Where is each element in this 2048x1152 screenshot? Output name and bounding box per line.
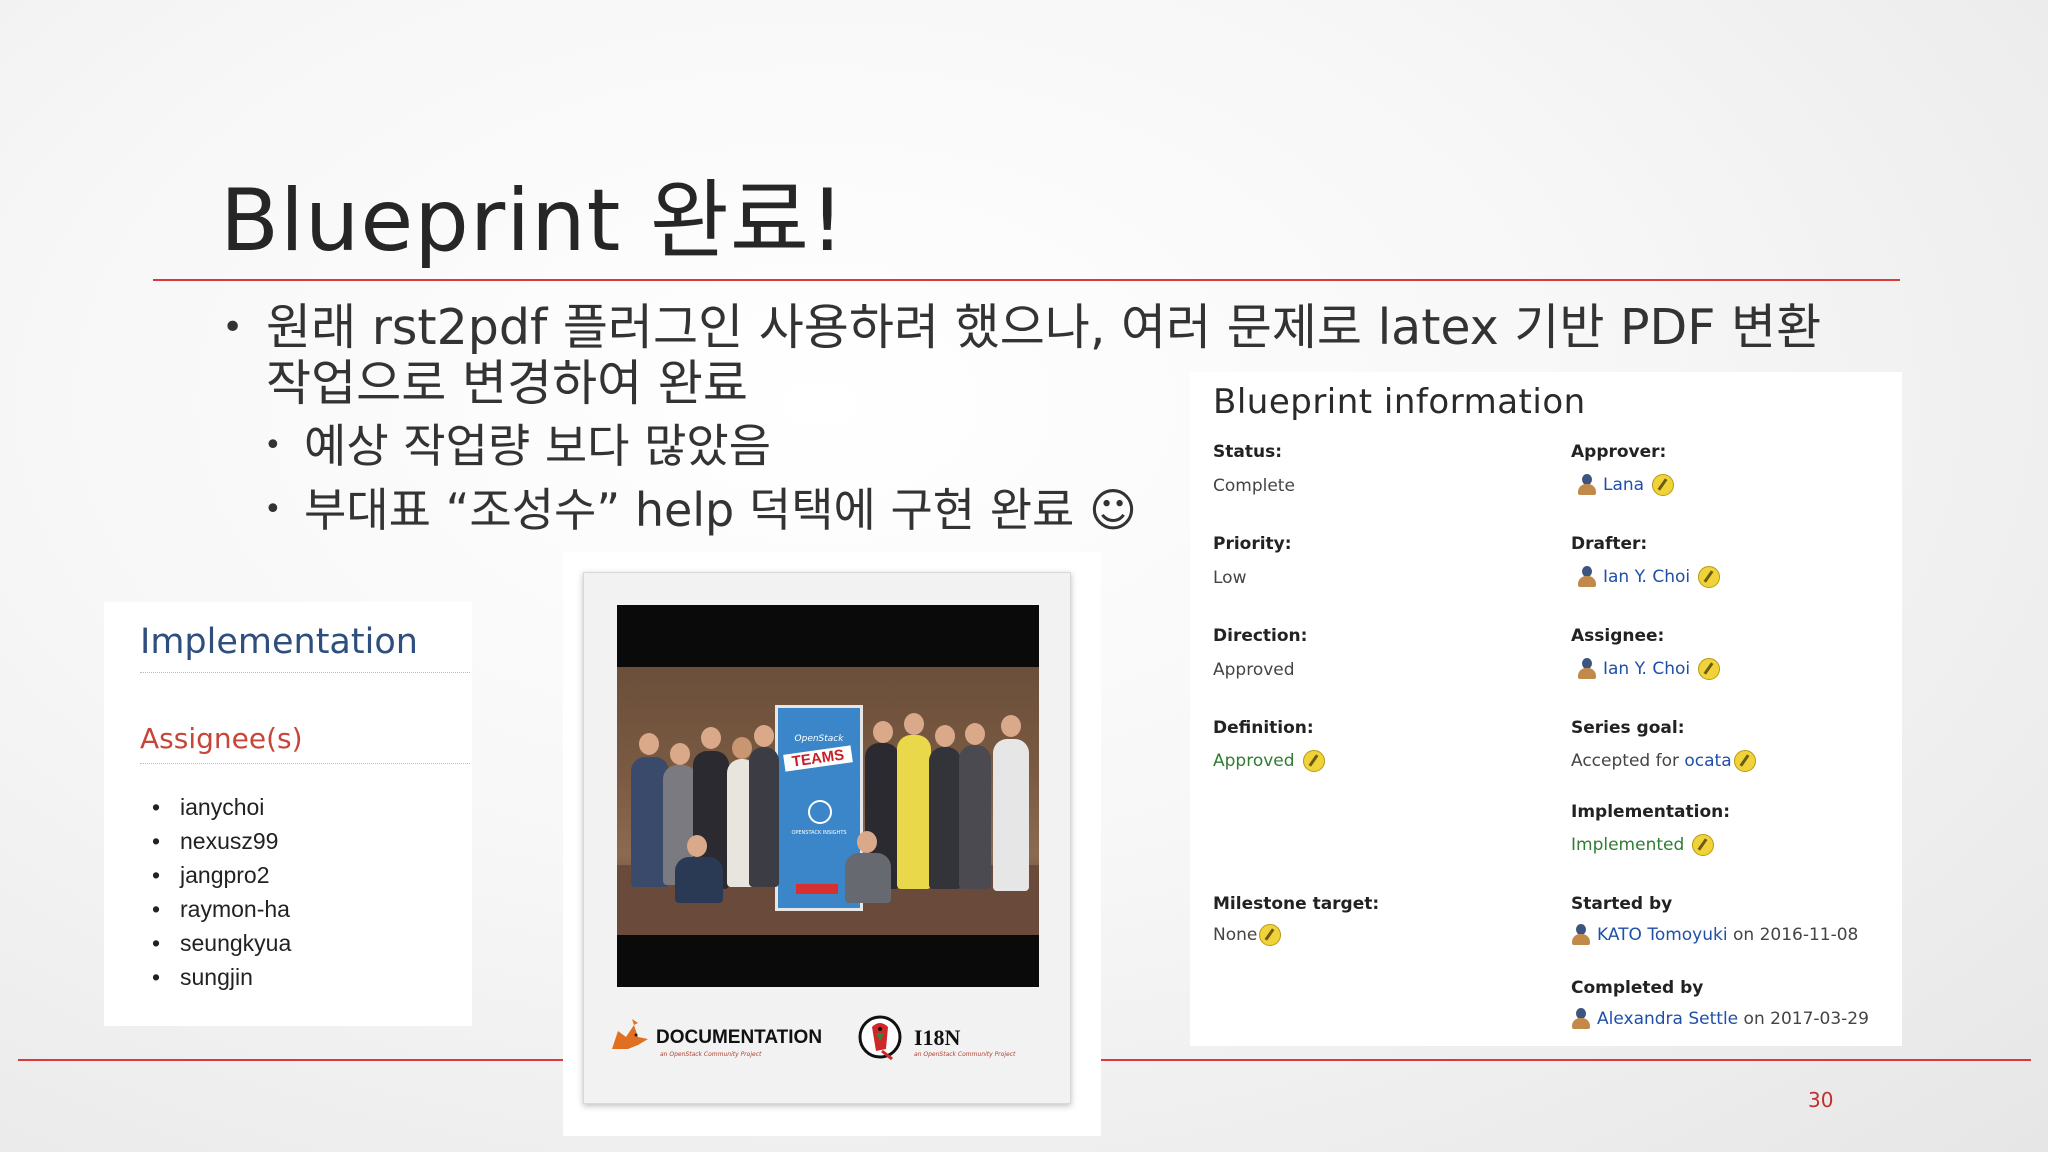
approver-link[interactable]: Lana: [1603, 475, 1644, 495]
drafter-link[interactable]: Ian Y. Choi: [1603, 567, 1690, 587]
person-head: [857, 831, 877, 853]
priority-label: Priority:: [1213, 534, 1292, 554]
documentation-logo-text: DOCUMENTATION: [656, 1027, 823, 1048]
status-label: Status:: [1213, 442, 1282, 462]
definition-value: Approved: [1213, 750, 1325, 772]
milestone-value: None: [1213, 924, 1282, 946]
completed-by-value: Alexandra Settle on 2017-03-29: [1571, 1008, 1869, 1030]
person-head: [904, 713, 924, 735]
edit-pencil-icon[interactable]: [1302, 750, 1325, 772]
list-item[interactable]: nexusz99: [140, 824, 291, 858]
title-divider: [153, 279, 1900, 281]
person: [897, 735, 931, 889]
list-item[interactable]: ianychoi: [140, 790, 291, 824]
implementation-heading: Implementation: [140, 622, 470, 673]
milestone-label: Milestone target:: [1213, 894, 1380, 914]
edit-pencil-icon[interactable]: [1733, 750, 1756, 772]
started-by-link[interactable]: KATO Tomoyuki: [1597, 925, 1728, 945]
edit-pencil-icon[interactable]: [1698, 658, 1721, 680]
user-icon: [1577, 658, 1597, 680]
i18n-logo-subtext: an OpenStack Community Project: [914, 1051, 1016, 1058]
person: [959, 745, 991, 889]
person: [675, 857, 723, 903]
person: [749, 747, 779, 887]
photo-card: OpenStack TEAMS OPENSTACK INSIGHTS DOCUM…: [583, 572, 1071, 1104]
completed-date: on 2017-03-29: [1743, 1009, 1869, 1029]
edit-pencil-icon[interactable]: [1698, 566, 1721, 588]
banner-circle: [808, 800, 832, 824]
person-head: [1001, 715, 1021, 737]
started-by-value: KATO Tomoyuki on 2016-11-08: [1571, 924, 1858, 946]
banner-base: [796, 884, 838, 894]
list-item[interactable]: raymon-ha: [140, 892, 291, 926]
person-head: [701, 727, 721, 749]
approver-label: Approver:: [1571, 442, 1667, 462]
direction-label: Direction:: [1213, 626, 1308, 646]
assignee-value: Ian Y. Choi: [1577, 658, 1721, 680]
implementation-value: Implemented: [1571, 834, 1715, 856]
series-goal-prefix: Accepted for: [1571, 751, 1679, 771]
person-head: [670, 743, 690, 765]
started-date: on 2016-11-08: [1733, 925, 1859, 945]
list-item[interactable]: sungjin: [140, 960, 291, 994]
person: [993, 739, 1029, 891]
series-goal-link[interactable]: ocata: [1684, 751, 1731, 771]
photo-scene: OpenStack TEAMS OPENSTACK INSIGHTS: [617, 667, 1039, 935]
edit-pencil-icon[interactable]: [1652, 474, 1675, 496]
assignee-link[interactable]: Ian Y. Choi: [1603, 659, 1690, 679]
drafter-value: Ian Y. Choi: [1577, 566, 1721, 588]
blueprint-info-panel: Blueprint information Status: Complete A…: [1190, 372, 1902, 1046]
assignees-heading: Assignee(s): [140, 722, 470, 764]
implementation-text: Implemented: [1571, 835, 1685, 855]
direction-value: Approved: [1213, 660, 1295, 680]
definition-label: Definition:: [1213, 718, 1314, 738]
started-by-label: Started by: [1571, 894, 1673, 914]
approver-value: Lana: [1577, 474, 1675, 496]
user-icon: [1571, 924, 1591, 946]
person-head: [965, 723, 985, 745]
photo-frame: OpenStack TEAMS OPENSTACK INSIGHTS DOCUM…: [563, 552, 1101, 1136]
assignee-label: Assignee:: [1571, 626, 1665, 646]
list-item[interactable]: jangpro2: [140, 858, 291, 892]
logos-row: DOCUMENTATION an OpenStack Community Pro…: [604, 1013, 1054, 1073]
completed-by-link[interactable]: Alexandra Settle: [1597, 1009, 1738, 1029]
completed-by-label: Completed by: [1571, 978, 1704, 998]
documentation-logo-subtext: an OpenStack Community Project: [660, 1051, 762, 1058]
priority-value: Low: [1213, 568, 1247, 588]
footer-divider-left: [18, 1059, 563, 1061]
series-goal-label: Series goal:: [1571, 718, 1685, 738]
person-head: [639, 733, 659, 755]
banner-text: TEAMS: [783, 745, 853, 772]
fox-icon: [608, 1019, 652, 1053]
implementation-label: Implementation:: [1571, 802, 1731, 822]
person-head: [873, 721, 893, 743]
assignee-list: ianychoi nexusz99 jangpro2 raymon-ha seu…: [140, 790, 291, 994]
banner-bottom: OPENSTACK INSIGHTS: [791, 830, 847, 836]
edit-pencil-icon[interactable]: [1692, 834, 1715, 856]
status-value: Complete: [1213, 476, 1295, 496]
page-number: 30: [1808, 1088, 1834, 1112]
blueprint-info-heading: Blueprint information: [1213, 382, 1586, 422]
person: [929, 747, 961, 889]
user-icon: [1577, 566, 1597, 588]
series-goal-value: Accepted for ocata: [1571, 750, 1756, 772]
edit-pencil-icon[interactable]: [1259, 924, 1282, 946]
user-icon: [1577, 474, 1597, 496]
milestone-text: None: [1213, 925, 1258, 945]
slide-title: Blueprint 완료!: [220, 171, 846, 271]
drafter-label: Drafter:: [1571, 534, 1648, 554]
footer-divider-right: [1101, 1059, 2031, 1061]
team-photo: OpenStack TEAMS OPENSTACK INSIGHTS: [617, 605, 1039, 987]
definition-text: Approved: [1213, 751, 1295, 771]
parrot-icon: [858, 1015, 902, 1061]
i18n-logo-text: I18N: [914, 1025, 961, 1050]
person-head: [687, 835, 707, 857]
implementation-panel: Implementation Assignee(s) ianychoi nexu…: [104, 602, 472, 1026]
person-head: [935, 725, 955, 747]
banner-top: OpenStack: [794, 734, 844, 744]
person: [845, 853, 891, 903]
list-item[interactable]: seungkyua: [140, 926, 291, 960]
user-icon: [1571, 1008, 1591, 1030]
person-head: [754, 725, 774, 747]
